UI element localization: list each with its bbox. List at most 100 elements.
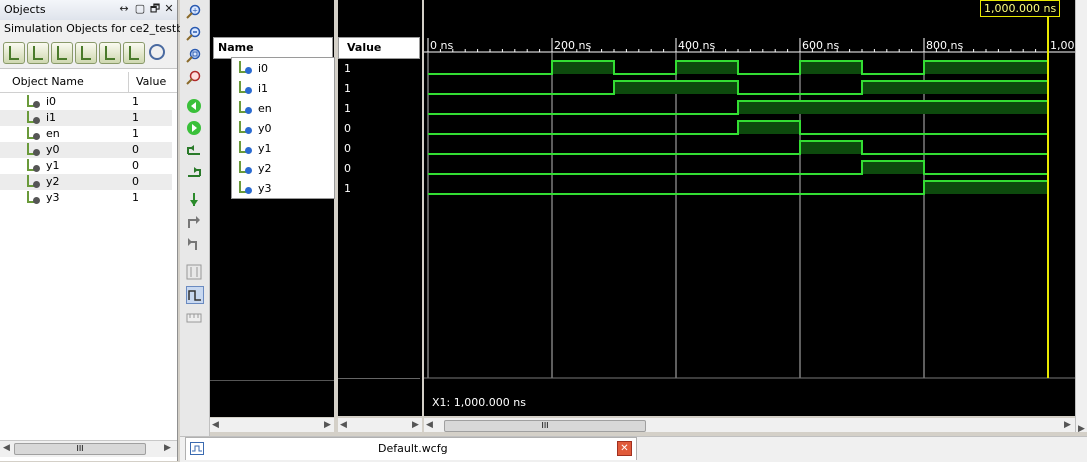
- scroll-right-icon[interactable]: ▶: [324, 420, 331, 430]
- signal-name-row[interactable]: i1: [232, 78, 334, 98]
- object-name: y3: [46, 191, 60, 204]
- signal-icon: [26, 111, 40, 125]
- objects-title-bar: Objects ↔ ▢ 🗗 ✕: [0, 0, 177, 21]
- filter-variable-icon[interactable]: [123, 42, 145, 64]
- waveform-trace: [428, 120, 1048, 135]
- signal-icon: [238, 61, 252, 75]
- high-fill: [862, 81, 1048, 94]
- signal-name: i1: [258, 82, 269, 95]
- filter-internal-icon[interactable]: [75, 42, 97, 64]
- column-value[interactable]: Value: [136, 75, 166, 88]
- signal-icon: [26, 191, 40, 205]
- zoom-in-icon[interactable]: +: [186, 4, 202, 20]
- next-marker-icon[interactable]: [186, 236, 202, 252]
- objects-subtitle-bar: Simulation Objects for ce2_testbe...: [0, 20, 200, 39]
- object-value: 1: [132, 191, 139, 204]
- zoom-cursor-icon[interactable]: [186, 70, 202, 86]
- objects-panel: Objects ↔ ▢ 🗗 ✕ Simulation Objects for c…: [0, 0, 200, 461]
- snap-to-transition-icon[interactable]: [186, 286, 204, 304]
- swap-cursors-icon[interactable]: [186, 264, 202, 280]
- signal-name-row[interactable]: y0: [232, 118, 334, 138]
- scroll-thumb[interactable]: III: [14, 443, 146, 455]
- object-row[interactable]: y3 1: [0, 190, 172, 206]
- scroll-left-icon[interactable]: ◀: [212, 420, 219, 430]
- object-name: y1: [46, 159, 60, 172]
- column-divider[interactable]: [128, 72, 129, 92]
- signal-icon: [238, 161, 252, 175]
- high-fill: [800, 61, 862, 74]
- previous-marker-icon[interactable]: [186, 214, 202, 230]
- restore-icon[interactable]: 🗗: [149, 3, 161, 15]
- object-row[interactable]: i1 1: [0, 110, 172, 126]
- wave-vertical-scrollbar[interactable]: ▶: [1075, 0, 1087, 434]
- object-name: i0: [46, 95, 57, 108]
- values-horizontal-scrollbar[interactable]: ◀ ▶: [338, 418, 422, 432]
- signal-name: i0: [258, 62, 269, 75]
- scroll-left-icon[interactable]: ◀: [3, 443, 10, 453]
- object-row[interactable]: i0 1: [0, 94, 172, 110]
- object-row[interactable]: y2 0: [0, 174, 172, 190]
- value-header-label: Value: [347, 41, 382, 54]
- scroll-thumb[interactable]: III: [444, 420, 646, 432]
- values-divider: [338, 378, 420, 379]
- high-fill: [614, 81, 738, 94]
- close-icon[interactable]: ✕: [163, 3, 175, 15]
- signal-name-row[interactable]: y2: [232, 158, 334, 178]
- signal-icon: [238, 141, 252, 155]
- move-icon[interactable]: ↔: [118, 3, 130, 15]
- names-footer: [210, 380, 334, 417]
- zoom-out-icon[interactable]: [186, 26, 202, 42]
- signal-icon: [238, 81, 252, 95]
- value-column-header[interactable]: Value: [338, 37, 420, 59]
- signal-name-row[interactable]: y1: [232, 138, 334, 158]
- names-horizontal-scrollbar[interactable]: ◀ ▶: [210, 418, 334, 432]
- go-to-start-icon[interactable]: [186, 98, 202, 114]
- signal-name-row[interactable]: i0: [232, 58, 334, 78]
- scroll-down-icon[interactable]: ▶: [1078, 424, 1085, 434]
- filter-inout-icon[interactable]: [51, 42, 73, 64]
- objects-subtitle: Simulation Objects for ce2_testbe...: [4, 22, 201, 35]
- tab-default-wcfg[interactable]: Default.wcfg: [185, 437, 637, 460]
- signal-name-row[interactable]: en: [232, 98, 334, 118]
- high-fill: [738, 121, 800, 134]
- scroll-right-icon[interactable]: ▶: [412, 420, 419, 430]
- signal-icon: [26, 95, 40, 109]
- scroll-left-icon[interactable]: ◀: [340, 420, 347, 430]
- waveform-trace: [428, 140, 1048, 155]
- next-transition-icon[interactable]: [186, 164, 202, 180]
- filter-input-icon[interactable]: [3, 42, 25, 64]
- scroll-left-icon[interactable]: ◀: [426, 420, 433, 430]
- waveform-trace: [428, 160, 1048, 175]
- object-name: i1: [46, 111, 57, 124]
- previous-transition-icon[interactable]: [186, 142, 202, 158]
- signal-icon: [26, 127, 40, 141]
- scroll-right-icon[interactable]: ▶: [164, 443, 171, 453]
- settings-gear-icon[interactable]: [149, 44, 165, 60]
- minimize-icon[interactable]: ▢: [134, 3, 146, 15]
- object-value: 0: [132, 143, 139, 156]
- waveform-area[interactable]: 0 ns 200 ns 400 ns 600 ns 800 ns 1,000: [424, 0, 1075, 416]
- filter-output-icon[interactable]: [27, 42, 49, 64]
- signal-value: 1: [344, 82, 351, 95]
- waveform-horizontal-scrollbar[interactable]: ◀ III ▶: [424, 418, 1075, 432]
- objects-table-header: Object Name Value: [0, 72, 177, 93]
- signal-name-row[interactable]: y3: [232, 178, 334, 198]
- zoom-fit-icon[interactable]: [186, 48, 202, 64]
- high-fill: [862, 161, 924, 174]
- go-to-end-icon[interactable]: [186, 120, 202, 136]
- floating-ruler-icon[interactable]: [186, 310, 202, 326]
- waveform-canvas[interactable]: 0 ns 200 ns 400 ns 600 ns 800 ns 1,000: [424, 0, 1075, 416]
- object-row[interactable]: y0 0: [0, 142, 172, 158]
- name-column-header[interactable]: Name: [213, 37, 333, 59]
- object-row[interactable]: en 1: [0, 126, 172, 142]
- object-value: 0: [132, 175, 139, 188]
- wave-config-icon: [190, 442, 204, 455]
- tab-close-icon[interactable]: ✕: [617, 441, 632, 456]
- add-marker-icon[interactable]: [186, 192, 202, 208]
- scroll-right-icon[interactable]: ▶: [1064, 420, 1071, 430]
- objects-horizontal-scrollbar[interactable]: ◀ III ▶: [0, 440, 177, 457]
- object-row[interactable]: y1 0: [0, 158, 172, 174]
- column-object-name[interactable]: Object Name: [12, 75, 84, 88]
- object-value: 1: [132, 127, 139, 140]
- filter-constant-icon[interactable]: [99, 42, 121, 64]
